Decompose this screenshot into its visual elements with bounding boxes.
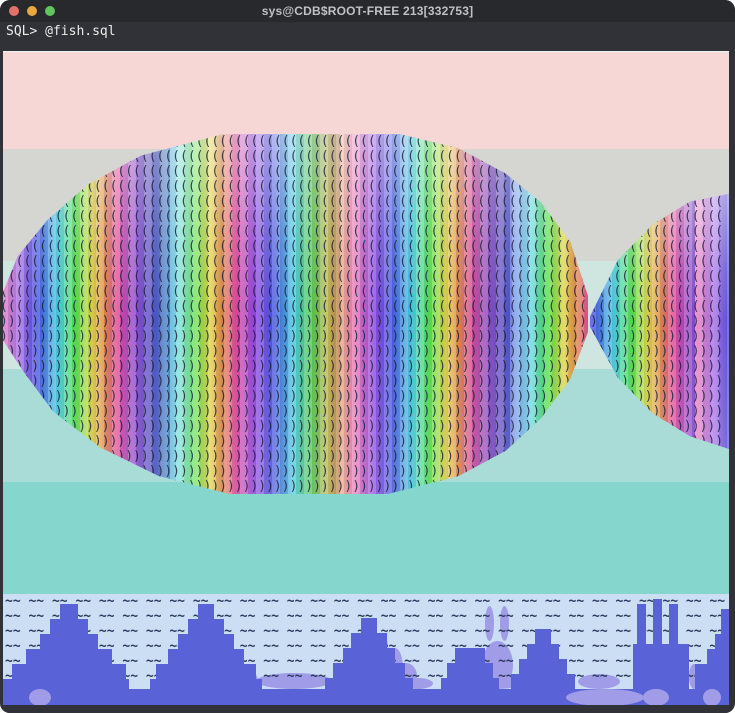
mountain-block (669, 604, 678, 644)
terminal-window: sys@CDB$ROOT-FREE 213[332753] SQL> @fish… (0, 0, 735, 713)
terminal-prompt-line: SQL> @fish.sql (6, 24, 116, 40)
mountain-block (707, 649, 729, 664)
fish-scale-row: ))))))))))))))))))))))))))))))))))))))))… (3, 329, 588, 344)
fish-scale-row: ))))))))))))))))))))))))))))))))))))))))… (3, 374, 588, 389)
wave-row: ~~ ~~ ~~ ~~ ~~ ~~ ~~ ~~ ~~ ~~ ~~ ~~ ~~ ~… (5, 594, 729, 609)
fish-scale-row: ))))))))))))))))))))))))))))))))))))))))… (3, 344, 588, 359)
fish-scale-row: ))))))))))))))))) (590, 344, 729, 359)
fish-scale-row: ))))))))))))))))) (590, 329, 729, 344)
mountain-block (653, 599, 662, 644)
fish-scale-row: ))))))))))))))))))))))))))))))))))))))))… (3, 359, 588, 374)
fish-scale-row: ))))))))))))))))))))))))))))))))))))))))… (3, 419, 588, 434)
mountain-block (715, 634, 729, 649)
fish-scale-row: ((((((((((((((((((((((((((((((((((((((((… (3, 224, 588, 239)
fish-scale-row: ((((((((((((((((((((((((((((((((((((((((… (3, 254, 588, 269)
mountain-block (637, 604, 646, 644)
fish-body: ((((((((((((((((((((((((((((((((((((((((… (3, 134, 588, 494)
fish-scale-row: ))))))))))))))))))))))))))))))))))))))))… (3, 404, 588, 419)
fish-scale-row: ((((((((((((((((((((((((((((((((((((((((… (3, 299, 588, 314)
mountain-block (325, 678, 413, 689)
mountain-block (511, 674, 575, 689)
mountain-block (441, 678, 499, 689)
mountain-block (633, 644, 689, 689)
fish-scale-row: ((((((((((((((((((((((((((((((((((((((((… (3, 194, 588, 209)
mountain-block (695, 664, 729, 689)
sea-stripe-teal (3, 482, 729, 594)
fish-scale-row: ((((((((((((((((((((((((((((((((((((((((… (3, 284, 588, 299)
window-title: sys@CDB$ROOT-FREE 213[332753] (0, 4, 735, 18)
window-bottom-edge (0, 705, 735, 713)
fish-scale-row: ))))))))))))))))) (590, 314, 729, 329)
mountain-block (566, 689, 644, 706)
mountain-block (150, 679, 262, 689)
fish-scale-row: ))))))))))))))))))))))))))))))))))))))))… (3, 314, 588, 329)
mountain-block (643, 689, 669, 706)
fish-scale-row: ((((((((((((((((( (590, 299, 729, 314)
fish-scale-row: ((((((((((((((((( (590, 284, 729, 299)
fish-scale-row: ((((((((((((((((((((((((((((((((((((((((… (3, 269, 588, 284)
mountain-block (3, 679, 129, 689)
ascii-art-canvas: ((((((((((((((((((((((((((((((((((((((((… (3, 51, 729, 706)
mountain-block (29, 689, 51, 706)
fish-body-scales: ((((((((((((((((((((((((((((((((((((((((… (3, 134, 588, 494)
fish-scale-row: ((((((((((((((((((((((((((((((((((((((((… (3, 209, 588, 224)
fish-scale-row: ((((((((((((((((((((((((((((((((((((((((… (3, 239, 588, 254)
mountain-block (703, 689, 721, 706)
mountain-block (721, 609, 729, 634)
title-bar[interactable]: sys@CDB$ROOT-FREE 213[332753] (0, 0, 735, 22)
fish-scale-row: ))))))))))))))))))))))))))))))))))))))))… (3, 389, 588, 404)
